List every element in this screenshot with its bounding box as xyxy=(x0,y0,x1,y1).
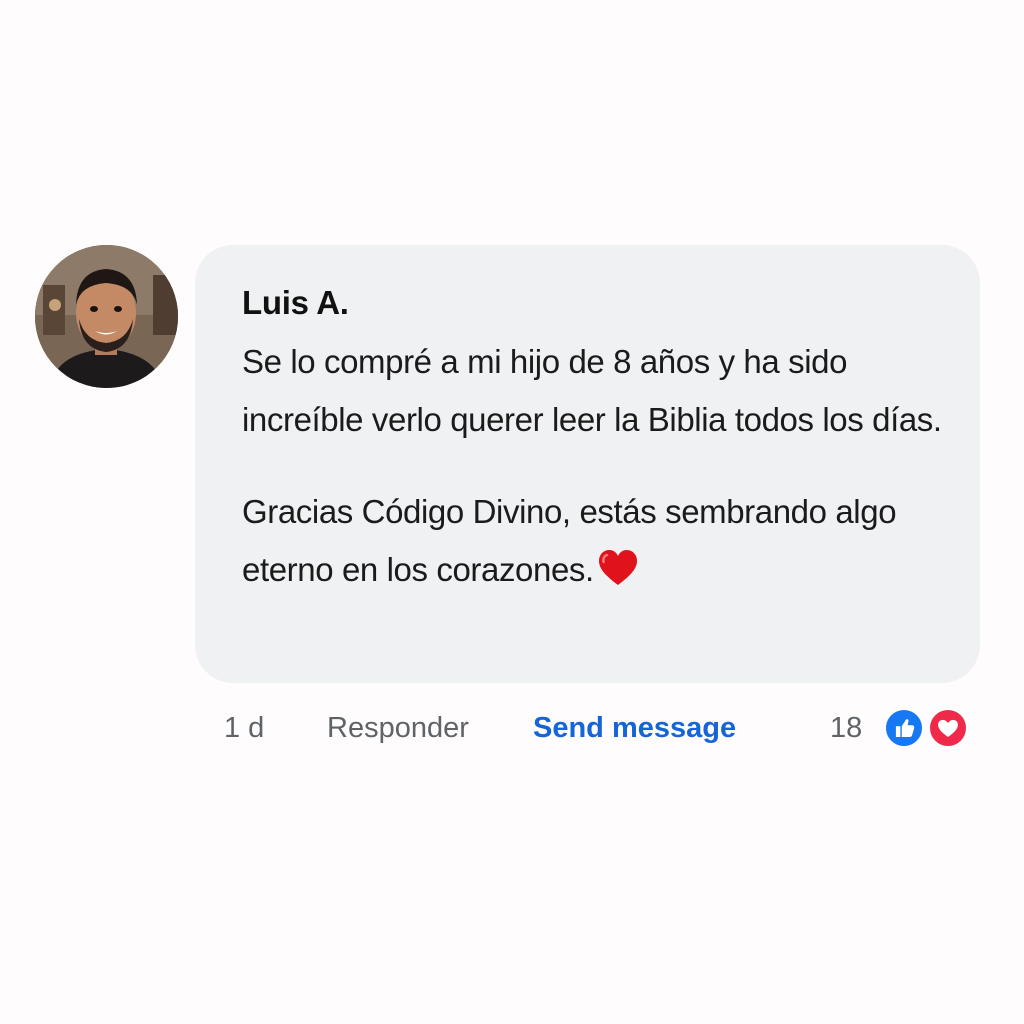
comment-timestamp[interactable]: 1 d xyxy=(224,712,264,744)
comment-paragraph-2: Gracias Código Divino, estás sembrando a… xyxy=(242,483,950,599)
reaction-icons[interactable] xyxy=(884,708,970,748)
like-icon xyxy=(884,708,924,748)
comment-card: Luis A. Se lo compré a mi hijo de 8 años… xyxy=(0,0,1024,1024)
avatar-photo xyxy=(35,245,178,388)
comment-paragraph-1: Se lo compré a mi hijo de 8 años y ha si… xyxy=(242,343,942,438)
red-heart-emoji-icon xyxy=(598,547,638,585)
comment-author[interactable]: Luis A. xyxy=(242,283,950,323)
reply-button[interactable]: Responder xyxy=(327,712,469,744)
comment-bubble: Luis A. Se lo compré a mi hijo de 8 años… xyxy=(195,245,980,683)
avatar[interactable] xyxy=(35,245,178,388)
love-icon xyxy=(928,708,968,748)
send-message-button[interactable]: Send message xyxy=(533,712,736,744)
comment-actions: 1 d Responder Send message 18 xyxy=(0,706,1024,750)
comment-paragraph-2-text: Gracias Código Divino, estás sembrando a… xyxy=(242,493,897,588)
reaction-count[interactable]: 18 xyxy=(830,712,862,744)
